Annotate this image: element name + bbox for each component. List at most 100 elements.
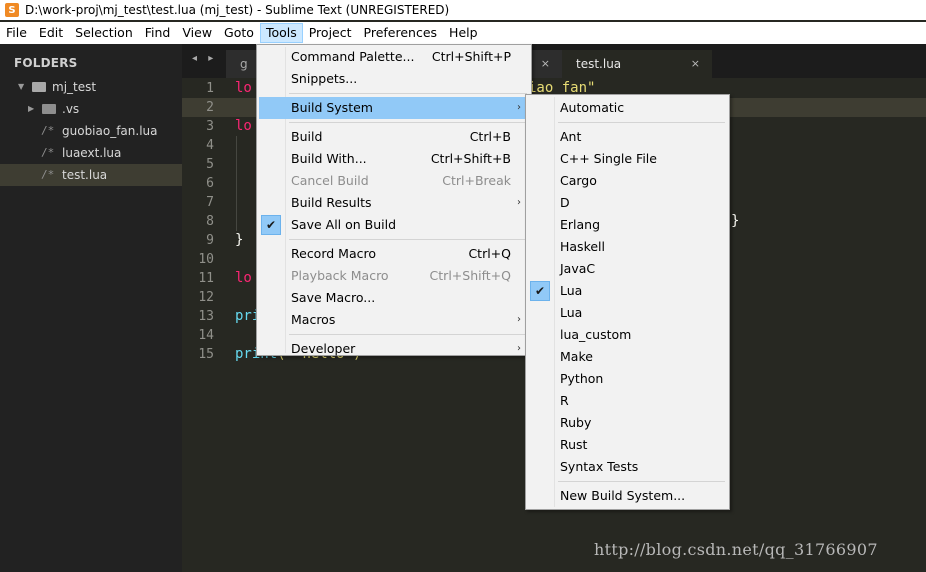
watermark: http://blog.csdn.net/qq_31766907 <box>594 540 878 559</box>
tools-item-command-palette[interactable]: Command Palette... Ctrl+Shift+P <box>259 46 529 68</box>
build-system-lua[interactable]: Lua <box>528 302 727 324</box>
tools-item-save-all-on-build[interactable]: ✔ Save All on Build <box>259 214 529 236</box>
menu-item-label: Rust <box>560 437 588 452</box>
build-system-javac[interactable]: JavaC <box>528 258 727 280</box>
line-number: 4 <box>206 138 214 153</box>
line-number: 1 <box>206 81 214 96</box>
tools-item-build[interactable]: Build Ctrl+B <box>259 126 529 148</box>
tools-item-snippets[interactable]: Snippets... <box>259 68 529 90</box>
collapse-arrow-icon[interactable]: ▶ <box>28 98 34 120</box>
tools-item-build-results[interactable]: Build Results › <box>259 192 529 214</box>
tree-folder-mj-test[interactable]: ▼ mj_test <box>0 76 182 98</box>
menu-preferences[interactable]: Preferences <box>358 23 444 43</box>
menu-item-label: Ant <box>560 129 582 144</box>
folder-icon <box>42 104 56 114</box>
menu-item-label: Build <box>291 129 323 144</box>
menu-item-label: JavaC <box>560 261 596 276</box>
build-system-cargo[interactable]: Cargo <box>528 170 727 192</box>
build-system-r[interactable]: R <box>528 390 727 412</box>
build-system-d[interactable]: D <box>528 192 727 214</box>
build-system-automatic[interactable]: Automatic <box>528 97 727 119</box>
tools-item-macros[interactable]: Macros › <box>259 309 529 331</box>
menu-item-label: Lua <box>560 283 583 298</box>
code-line-1-left[interactable]: lo <box>235 79 252 98</box>
code-line-9[interactable]: } <box>235 231 243 250</box>
menu-shortcut: Ctrl+Q <box>468 246 511 261</box>
menu-item-label: Syntax Tests <box>560 459 639 474</box>
menu-item-label: lua_custom <box>560 327 632 342</box>
line-number: 13 <box>198 309 214 324</box>
menu-item-label: Cancel Build <box>291 173 369 188</box>
menu-help[interactable]: Help <box>443 23 484 43</box>
tab-label: g <box>240 57 248 71</box>
tools-item-build-system[interactable]: Build System › <box>259 97 529 119</box>
tools-menu: Command Palette... Ctrl+Shift+P Snippets..… <box>256 44 532 356</box>
code-line-11-left[interactable]: lo <box>235 269 252 288</box>
menu-item-label: Save Macro... <box>291 290 376 305</box>
menu-tools[interactable]: Tools <box>259 23 303 43</box>
menu-goto[interactable]: Goto <box>218 23 260 43</box>
menu-separator <box>289 239 527 240</box>
tree-file-luaext[interactable]: /* luaext.lua <box>0 142 182 164</box>
submenu-arrow-icon: › <box>517 102 521 113</box>
tab-nav-arrows-icon[interactable]: ◂ ▸ <box>192 53 217 64</box>
menu-item-label: Save All on Build <box>291 217 397 232</box>
tab-test-lua[interactable]: test.lua × <box>562 50 712 78</box>
menu-project[interactable]: Project <box>303 23 358 43</box>
close-icon[interactable]: × <box>691 50 700 78</box>
build-system-ruby[interactable]: Ruby <box>528 412 727 434</box>
folder-open-icon <box>32 82 46 92</box>
line-number: 12 <box>198 290 214 305</box>
code-line-8-right[interactable]: } <box>731 212 739 231</box>
menu-shortcut: Ctrl+Shift+Q <box>429 268 511 283</box>
tree-file-guobiao-fan[interactable]: /* guobiao_fan.lua <box>0 120 182 142</box>
menu-item-label: Python <box>560 371 604 386</box>
menu-shortcut: Ctrl+Break <box>442 173 511 188</box>
menu-separator <box>558 481 725 482</box>
line-number: 5 <box>206 157 214 172</box>
build-system-python[interactable]: Python <box>528 368 727 390</box>
tree-label: mj_test <box>52 80 97 94</box>
build-system-ant[interactable]: Ant <box>528 126 727 148</box>
line-number: 15 <box>198 347 214 362</box>
build-system-new-build-system[interactable]: New Build System... <box>528 485 727 507</box>
menu-find[interactable]: Find <box>139 23 177 43</box>
menu-separator <box>289 93 527 94</box>
folders-heading: FOLDERS <box>14 56 78 70</box>
menu-shortcut: Ctrl+Shift+B <box>430 151 511 166</box>
tools-item-save-macro[interactable]: Save Macro... <box>259 287 529 309</box>
line-number: 7 <box>206 195 214 210</box>
sublime-app-icon: S <box>5 3 19 17</box>
submenu-arrow-icon: › <box>517 343 521 354</box>
build-system-rust[interactable]: Rust <box>528 434 727 456</box>
build-system-c-single-file[interactable]: C++ Single File <box>528 148 727 170</box>
code-line-3-left[interactable]: lo <box>235 117 252 136</box>
indent-guide <box>236 136 237 231</box>
close-icon[interactable]: × <box>541 50 550 78</box>
menu-shortcut: Ctrl+B <box>469 129 511 144</box>
tools-item-developer[interactable]: Developer › <box>259 338 529 360</box>
build-system-syntax-tests[interactable]: Syntax Tests <box>528 456 727 478</box>
line-number: 8 <box>206 214 214 229</box>
tools-item-build-with[interactable]: Build With... Ctrl+Shift+B <box>259 148 529 170</box>
tree-file-test[interactable]: /* test.lua <box>0 164 182 186</box>
tree-folder-vs[interactable]: ▶ .vs <box>0 98 182 120</box>
build-system-erlang[interactable]: Erlang <box>528 214 727 236</box>
build-system-lua-custom[interactable]: lua_custom <box>528 324 727 346</box>
build-system-haskell[interactable]: Haskell <box>528 236 727 258</box>
build-system-make[interactable]: Make <box>528 346 727 368</box>
checkmark-icon: ✔ <box>530 281 550 301</box>
menu-item-label: Record Macro <box>291 246 376 261</box>
menu-separator <box>558 122 725 123</box>
menu-view[interactable]: View <box>176 23 218 43</box>
menu-file[interactable]: File <box>0 23 33 43</box>
build-system-lua[interactable]: ✔ Lua <box>528 280 727 302</box>
expand-arrow-icon[interactable]: ▼ <box>18 76 24 98</box>
menu-item-label: Ruby <box>560 415 592 430</box>
tools-item-record-macro[interactable]: Record Macro Ctrl+Q <box>259 243 529 265</box>
menu-edit[interactable]: Edit <box>33 23 69 43</box>
menu-selection[interactable]: Selection <box>69 23 139 43</box>
tree-label: .vs <box>62 102 80 116</box>
title-bar: S D:\work-proj\mj_test\test.lua (mj_test… <box>0 0 926 20</box>
tree-label: test.lua <box>62 168 108 182</box>
